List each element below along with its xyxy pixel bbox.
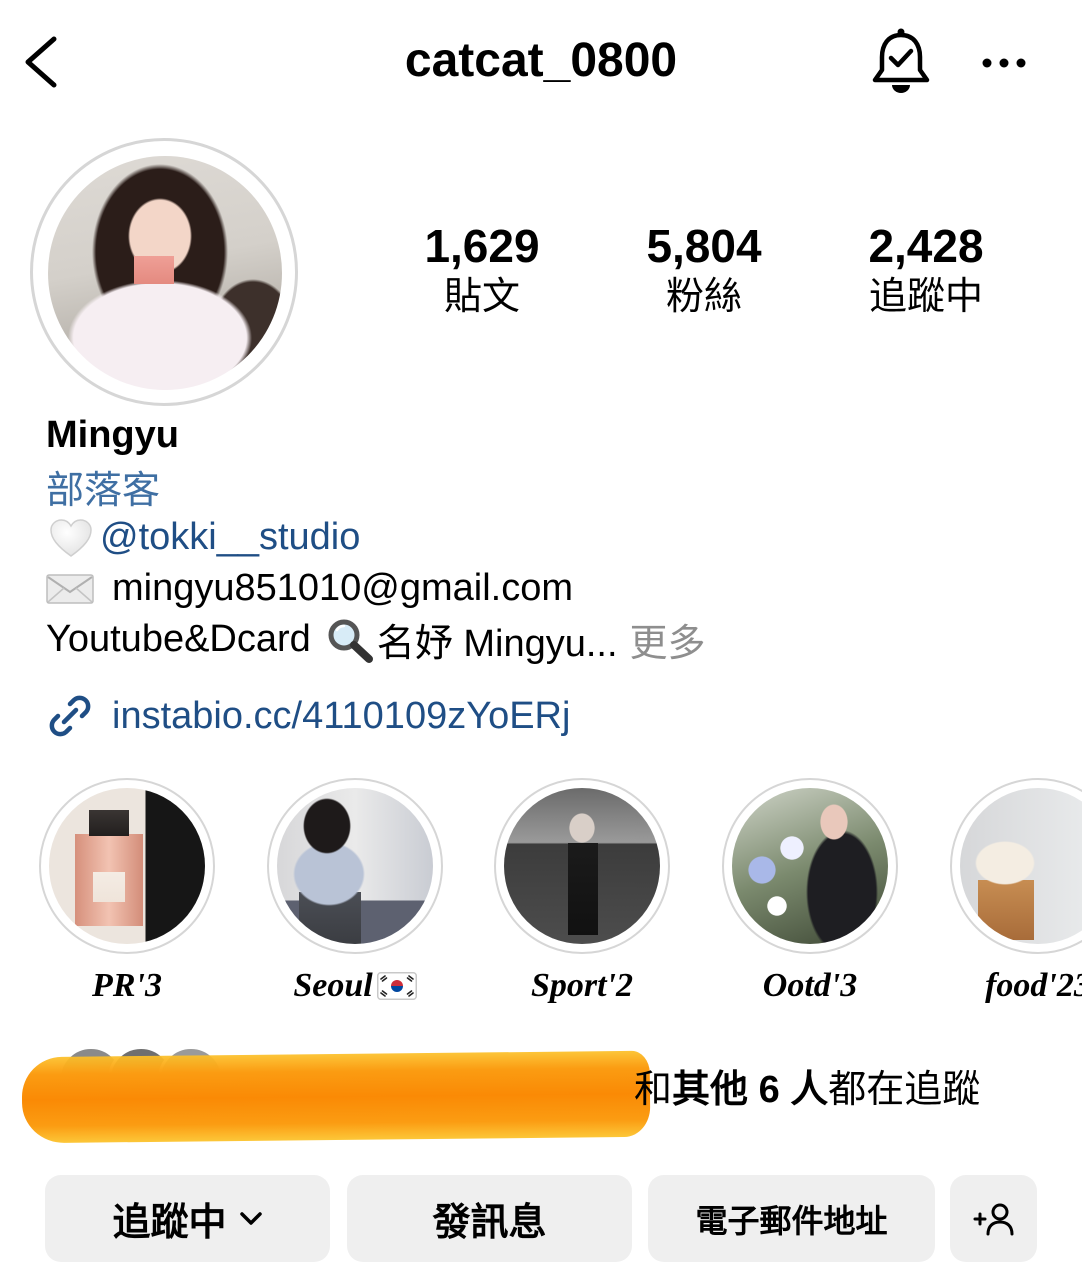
bio-text: Youtube&Dcard — [46, 618, 311, 660]
followed-by-prefix: 和 — [634, 1069, 673, 1111]
followed-by-count: 其他 6 人 — [672, 1069, 829, 1111]
highlight-ring — [722, 778, 898, 954]
profile-name: Mingyu — [46, 414, 179, 456]
message-button[interactable]: 發訊息 — [347, 1175, 632, 1262]
profile-avatar[interactable] — [30, 138, 298, 406]
highlight-label-text: Seoul — [293, 967, 373, 1004]
mutual-followers-text[interactable]: 和其他 6 人都在追蹤 — [634, 1064, 980, 1116]
stat-posts[interactable]: 1,629 貼文 — [372, 220, 592, 322]
highlight-label: food'23 — [985, 967, 1082, 1004]
stat-label: 粉絲 — [665, 276, 742, 318]
highlight-cover-image — [732, 788, 888, 944]
link-icon — [49, 695, 91, 737]
bio-text: 名妤 Mingyu... — [376, 623, 618, 665]
bio-email-text: mingyu851010@gmail.com — [112, 567, 574, 609]
highlight-item[interactable]: Ootd'3 — [710, 778, 910, 1008]
highlight-cover-image — [504, 788, 660, 944]
highlight-item[interactable]: PR'3 — [27, 778, 227, 1008]
highlight-ring — [39, 778, 215, 954]
profile-bio: Mingyu 部落客 @tokki__studio mingyu851010@g… — [46, 410, 1046, 665]
highlight-label: Ootd'3 — [762, 967, 858, 1004]
highlight-ring — [494, 778, 670, 954]
stat-following[interactable]: 2,428 追蹤中 — [816, 220, 1036, 322]
more-options-button[interactable] — [978, 52, 1032, 74]
bio-more-button[interactable]: 更多 — [630, 612, 706, 667]
add-person-icon — [973, 1203, 1013, 1235]
stat-value: 2,428 — [868, 220, 984, 272]
followed-by-suffix: 都在追蹤 — [828, 1069, 981, 1111]
magnifier-icon — [328, 619, 373, 663]
highlight-label: Seoul — [255, 964, 455, 1008]
profile-category: 部落客 — [46, 470, 161, 512]
stat-label: 貼文 — [443, 276, 520, 318]
bio-email-line: mingyu851010@gmail.com — [46, 563, 1046, 614]
highlight-item[interactable]: food'23 — [938, 778, 1082, 1008]
profile-photo — [48, 156, 282, 390]
profile-username-title: catcat_0800 — [404, 34, 678, 87]
story-highlights-row: PR'3 Seoul Sport'2 Ootd'3 food'23 — [0, 778, 1082, 1018]
highlight-item[interactable]: Sport'2 — [482, 778, 682, 1008]
following-button[interactable]: 追蹤中 — [45, 1175, 330, 1262]
following-button-label: 追蹤中 — [112, 1202, 227, 1244]
back-button[interactable] — [20, 34, 64, 90]
white-heart-icon — [50, 518, 92, 557]
bio-mention-line: @tokki__studio — [46, 512, 1046, 563]
envelope-icon — [46, 573, 94, 604]
highlight-label: Sport'2 — [530, 967, 634, 1004]
south-korea-flag-icon — [376, 972, 417, 1000]
email-button-label: 電子郵件地址 — [695, 1202, 888, 1239]
stat-label: 追蹤中 — [868, 276, 983, 318]
stat-followers[interactable]: 5,804 粉絲 — [594, 220, 814, 322]
mention-link[interactable]: @tokki__studio — [100, 516, 360, 559]
redaction-scribble — [21, 1050, 651, 1144]
chevron-down-icon — [239, 1211, 262, 1225]
chevron-left-icon — [25, 36, 57, 88]
profile-link[interactable]: instabio.cc/4110109zYoERj — [46, 691, 570, 741]
message-button-label: 發訊息 — [432, 1202, 547, 1244]
highlight-item[interactable]: Seoul — [255, 778, 455, 1008]
highlight-ring — [950, 778, 1082, 954]
more-horizontal-icon — [982, 58, 1026, 68]
stat-value: 5,804 — [646, 220, 762, 272]
highlight-label: PR'3 — [92, 967, 162, 1004]
highlight-cover-image — [960, 788, 1082, 944]
bell-check-icon — [872, 28, 930, 93]
bio-description-line: Youtube&Dcard 名妤 Mingyu... 更多 — [46, 614, 1046, 665]
highlight-ring — [267, 778, 443, 954]
stat-value: 1,629 — [424, 220, 540, 272]
notifications-button[interactable] — [870, 27, 932, 95]
email-address-button[interactable]: 電子郵件地址 — [648, 1175, 935, 1262]
highlight-cover-image — [277, 788, 433, 944]
profile-link-text: instabio.cc/4110109zYoERj — [112, 694, 571, 737]
suggested-accounts-button[interactable] — [950, 1175, 1037, 1262]
highlight-cover-image — [49, 788, 205, 944]
